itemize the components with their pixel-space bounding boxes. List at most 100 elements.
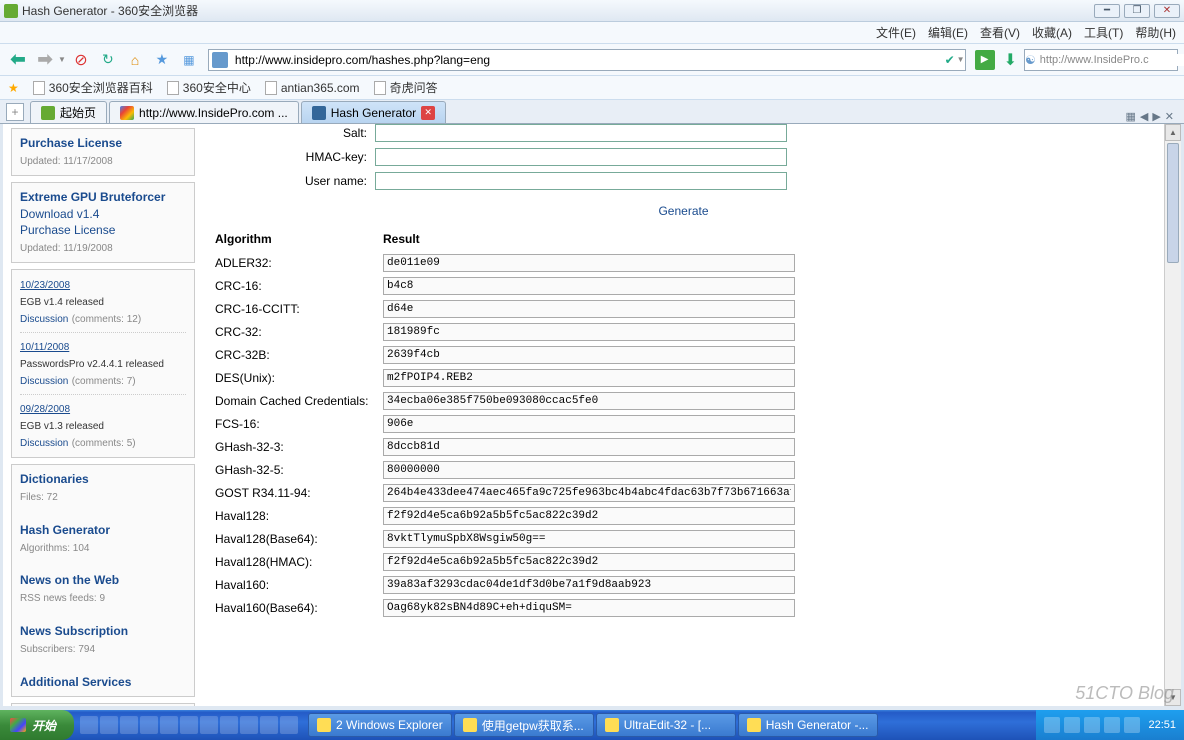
tray-icon[interactable] [1124,717,1140,733]
quick-launch-icon[interactable] [260,716,278,734]
menu-help[interactable]: 帮助(H) [1135,24,1176,41]
scroll-thumb[interactable] [1167,143,1179,263]
search-box[interactable]: ☯ 🔍 [1024,49,1178,71]
menu-tools[interactable]: 工具(T) [1084,24,1123,41]
result-input[interactable] [383,323,795,341]
quick-launch-icon[interactable] [140,716,158,734]
history-dropdown-icon[interactable]: ▼ [58,55,66,64]
next-tab-icon[interactable]: ▶ [1152,110,1160,123]
task-button[interactable]: 2 Windows Explorer [308,713,452,737]
minimize-button[interactable]: ━ [1094,4,1120,18]
refresh-button[interactable]: ↻ [96,48,120,72]
news-date[interactable]: 10/23/2008 [20,280,70,291]
forward-button[interactable]: ➡ [33,48,57,72]
add-bookmark-icon[interactable]: ★ [8,81,19,95]
tab-hash-generator[interactable]: Hash Generator ✕ [301,101,446,123]
menu-view[interactable]: 查看(V) [980,24,1020,41]
tile-icon[interactable]: ▦ [1125,110,1135,123]
tab-close-button[interactable]: ✕ [421,106,435,120]
back-button[interactable]: ⬅ [6,48,30,72]
news-date[interactable]: 09/28/2008 [20,404,70,415]
quick-launch-icon[interactable] [100,716,118,734]
scroll-up-button[interactable]: ▲ [1165,124,1181,141]
bookmark-item[interactable]: 360安全浏览器百科 [33,79,153,96]
address-bar[interactable]: ✔ ▼ [208,49,966,71]
discussion-link[interactable]: Discussion [20,314,68,325]
go-button[interactable]: ▶ [975,50,995,70]
scroll-track[interactable] [1165,141,1181,689]
additional-services-link[interactable]: Additional Services [20,675,131,689]
result-input[interactable] [383,438,795,456]
result-input[interactable] [383,415,795,433]
task-button[interactable]: Hash Generator -... [738,713,878,737]
result-input[interactable] [383,484,795,502]
result-input[interactable] [383,530,795,548]
home-button[interactable]: ⌂ [123,48,147,72]
egb-title-link[interactable]: Extreme GPU Bruteforcer [20,190,165,204]
close-all-icon[interactable]: ✕ [1165,110,1174,123]
result-input[interactable] [383,254,795,272]
task-button[interactable]: UltraEdit-32 - [... [596,713,736,737]
result-input[interactable] [383,576,795,594]
bookmark-item[interactable]: 360安全中心 [167,79,251,96]
url-input[interactable] [231,53,941,67]
tab-insidepro[interactable]: http://www.InsidePro.com ... [109,101,299,123]
download-link[interactable]: Download v1.4 [20,207,99,221]
news-sub-link[interactable]: News Subscription [20,624,128,638]
dictionaries-link[interactable]: Dictionaries [20,472,89,486]
username-input[interactable] [375,172,787,190]
result-input[interactable] [383,277,795,295]
stop-button[interactable]: ⊘ [69,48,93,72]
result-input[interactable] [383,369,795,387]
purchase-link[interactable]: Purchase License [20,223,115,237]
maximize-button[interactable]: ❐ [1124,4,1150,18]
search-input[interactable] [1036,54,1184,66]
download-icon[interactable]: ⬇ [1004,50,1017,70]
clock[interactable]: 22:51 [1148,719,1176,731]
result-input[interactable] [383,553,795,571]
page-button[interactable]: ▦ [177,48,201,72]
bookmark-item[interactable]: 奇虎问答 [374,79,438,96]
hash-generator-link[interactable]: Hash Generator [20,523,110,537]
quick-launch-icon[interactable] [280,716,298,734]
result-input[interactable] [383,599,795,617]
quick-launch-icon[interactable] [200,716,218,734]
salt-input[interactable] [375,124,787,142]
quick-launch-icon[interactable] [80,716,98,734]
quick-launch-icon[interactable] [180,716,198,734]
tray-icon[interactable] [1064,717,1080,733]
discussion-link[interactable]: Discussion [20,438,68,449]
new-tab-button[interactable]: + [6,103,24,121]
close-button[interactable]: ✕ [1154,4,1180,18]
news-date[interactable]: 10/11/2008 [20,342,69,353]
quick-launch-icon[interactable] [160,716,178,734]
tray-icon[interactable] [1044,717,1060,733]
prev-tab-icon[interactable]: ◀ [1140,110,1148,123]
scroll-down-button[interactable]: ▼ [1165,689,1181,706]
task-button[interactable]: 使用getpw获取系... [454,713,594,737]
quick-launch-icon[interactable] [120,716,138,734]
discussion-link[interactable]: Discussion [20,376,68,387]
tab-home[interactable]: 起始页 [30,101,107,123]
menu-edit[interactable]: 编辑(E) [928,24,968,41]
bookmark-item[interactable]: antian365.com [265,81,360,95]
favorites-button[interactable]: ★ [150,48,174,72]
result-input[interactable] [383,346,795,364]
menu-file[interactable]: 文件(E) [876,24,916,41]
tray-icon[interactable] [1084,717,1100,733]
result-input[interactable] [383,507,795,525]
url-dropdown-icon[interactable]: ▼ [957,55,965,64]
quick-launch-icon[interactable] [220,716,238,734]
tray-icon[interactable] [1104,717,1120,733]
generate-link[interactable]: Generate [658,204,708,218]
news-web-link[interactable]: News on the Web [20,573,119,587]
purchase-license-link[interactable]: Purchase License [20,136,122,150]
result-input[interactable] [383,300,795,318]
quick-launch-icon[interactable] [240,716,258,734]
result-input[interactable] [383,392,795,410]
hmac-input[interactable] [375,148,787,166]
search-engine-icon[interactable]: ☯ [1025,53,1036,67]
start-button[interactable]: 开始 [0,710,74,740]
menu-favorites[interactable]: 收藏(A) [1032,24,1072,41]
vertical-scrollbar[interactable]: ▲ ▼ [1164,124,1181,706]
